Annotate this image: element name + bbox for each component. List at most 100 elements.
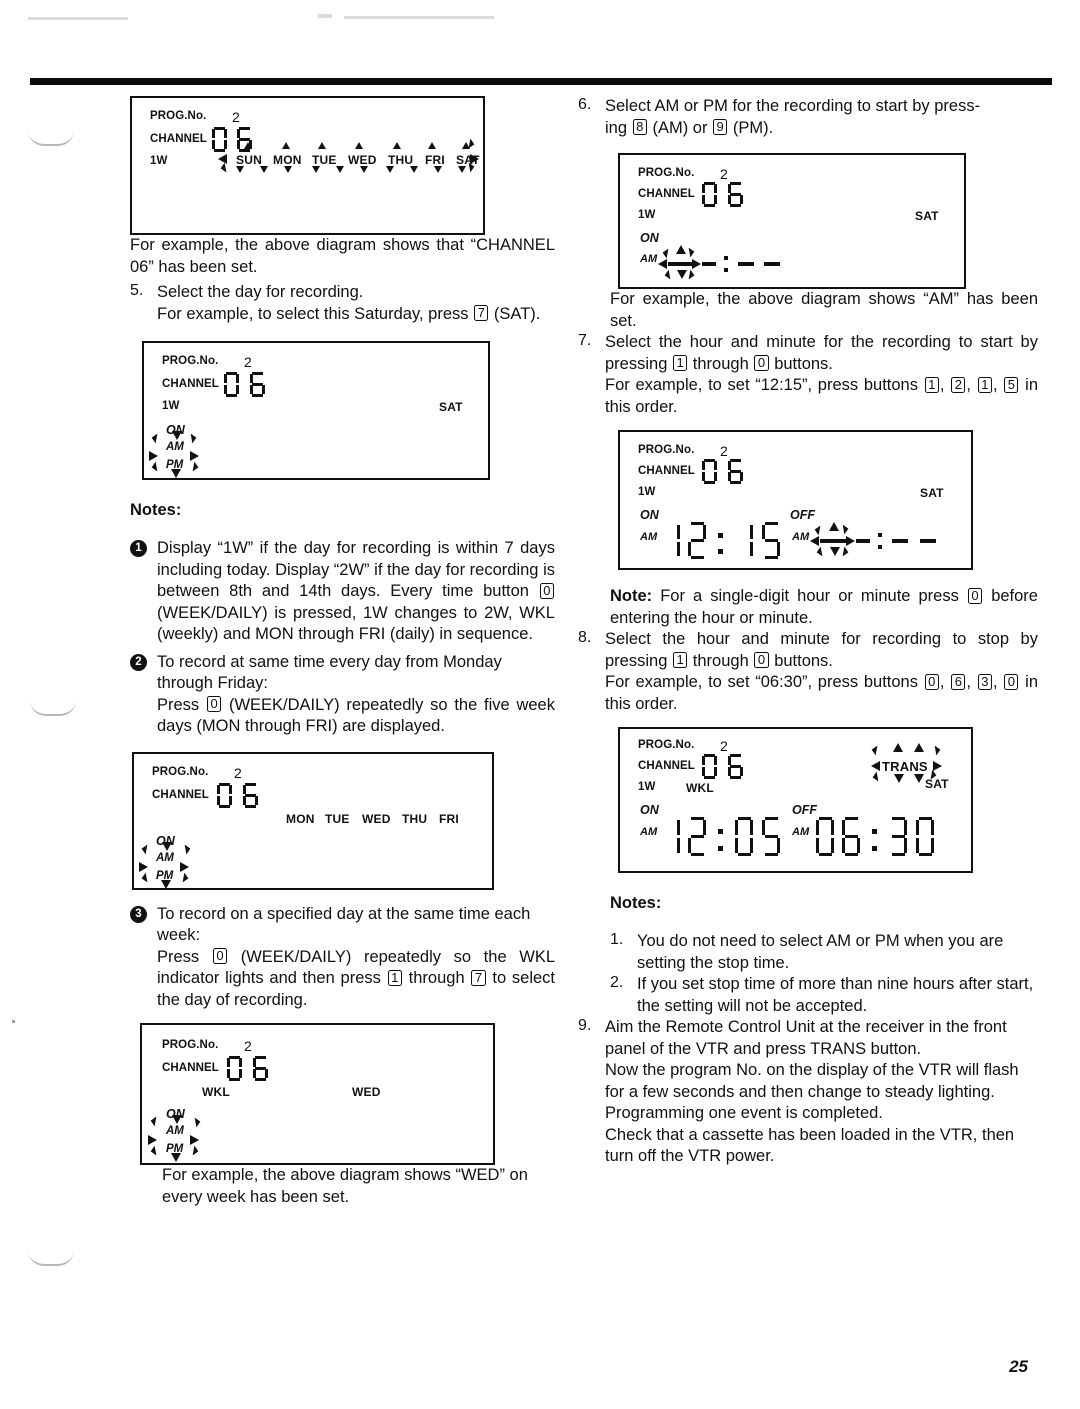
flash-arrow-down-icon: [312, 166, 320, 173]
step-7-line2: For example, to set “12:15”, press butto…: [605, 376, 1038, 416]
blank-digit-dash: [856, 539, 870, 543]
key-5[interactable]: 5: [1004, 376, 1019, 393]
prog-no-value: 2: [720, 443, 728, 459]
step-6: 6. Select AM or PM for the recording to …: [578, 96, 1038, 139]
step-5-line1: Select the day for recording.: [157, 283, 364, 301]
key-1[interactable]: 1: [924, 376, 939, 393]
key-0[interactable]: 0: [754, 355, 769, 371]
closing-paragraph-1: Now the program No. on the display of th…: [605, 1061, 1019, 1101]
am-indicator-label: AM: [640, 531, 658, 543]
key-1[interactable]: 1: [672, 355, 688, 371]
key-1[interactable]: 1: [387, 969, 402, 986]
off-indicator-label: OFF: [792, 803, 817, 817]
blank-digit-dash: [892, 539, 908, 543]
step-5-line2: For example, to select this Saturday, pr…: [157, 304, 555, 326]
flash-arrow-icon: [871, 745, 882, 756]
channel-digits: [702, 459, 744, 484]
channel-digits: [702, 182, 744, 207]
step-9-number: 9.: [578, 1017, 592, 1034]
scan-artifact: [28, 17, 128, 20]
channel-digits: [224, 372, 266, 397]
flash-arrow-left-icon: [871, 761, 880, 771]
step-7-text-mid: through: [692, 354, 749, 373]
flash-arrow-icon: [186, 433, 197, 444]
day-label-mon: MON: [273, 153, 302, 167]
key-7[interactable]: 7: [474, 305, 489, 321]
prog-no-value: 2: [244, 1038, 252, 1054]
note-bullet-2: 2 To record at same time every day from …: [130, 652, 555, 738]
key-1[interactable]: 1: [672, 652, 688, 668]
day-label-wed: WED: [352, 1085, 381, 1099]
note-1-text-a: Display “1W” if the day for recording is…: [157, 539, 555, 600]
channel-digits: [702, 754, 744, 779]
note-1-number: 1.: [610, 931, 624, 948]
flash-arrow-down-icon: [171, 469, 181, 478]
prog-no-value: 2: [232, 109, 240, 125]
key-0[interactable]: 0: [924, 673, 939, 690]
day-label-thu: THU: [388, 153, 414, 167]
key-9[interactable]: 9: [713, 119, 728, 135]
key-3[interactable]: 3: [977, 673, 992, 690]
flash-arrow-icon: [141, 844, 152, 854]
note-3-line2: Press 0 (WEEK/DAILY) repeatedly so the W…: [157, 947, 555, 1012]
time-colon-dot: [878, 545, 882, 549]
prog-no-label: PROG.No.: [638, 739, 695, 751]
step-8-line2: For example, to set “06:30”, press butto…: [605, 673, 1038, 713]
note-bullet-3: 3 To record on a specified day at the sa…: [130, 904, 555, 1012]
time-colon-dot: [878, 533, 882, 537]
prog-no-label: PROG.No.: [162, 355, 219, 367]
bullet-2-icon: 2: [130, 653, 147, 671]
key-1[interactable]: 1: [977, 376, 992, 393]
note-2-number: 2.: [610, 974, 624, 991]
blank-digit-dash: [820, 539, 846, 543]
flash-arrow-down-icon: [172, 1115, 182, 1124]
on-indicator-label: ON: [640, 231, 659, 245]
key-0[interactable]: 0: [1004, 673, 1019, 690]
lcd-display-weekdays: PROG.No. 2 CHANNEL MON TUE WED THU FRI O…: [132, 751, 494, 890]
key-0[interactable]: 0: [539, 582, 554, 599]
day-label-wed: WED: [348, 153, 377, 167]
on-indicator-label: ON: [640, 508, 659, 522]
flash-arrow-icon: [141, 872, 152, 882]
flash-arrow-right-icon: [148, 1135, 157, 1145]
key-0[interactable]: 0: [754, 652, 769, 668]
flash-arrow-down-icon: [410, 166, 418, 173]
key-7[interactable]: 7: [471, 969, 486, 986]
day-label-fri: FRI: [425, 153, 445, 167]
day-label-tue: TUE: [312, 153, 337, 167]
flash-arrow-icon: [180, 844, 191, 854]
flash-arrow-down-icon: [360, 166, 368, 173]
flash-arrow-icon: [150, 1145, 161, 1156]
day-label-sun: SUN: [236, 153, 262, 167]
week-indicator-label: 1W: [638, 781, 656, 793]
note-3-line1: To record on a specified day at the same…: [157, 904, 531, 945]
flash-arrow-down-icon: [162, 841, 172, 851]
key-0[interactable]: 0: [967, 587, 983, 604]
am-indicator-label: AM: [166, 1125, 184, 1137]
key-6[interactable]: 6: [951, 673, 966, 690]
flash-arrow-up-icon: [244, 142, 252, 149]
flash-arrow-left-icon: [810, 536, 819, 546]
on-time-digits: [662, 522, 780, 560]
step-5-number: 5.: [130, 282, 144, 299]
am-indicator-label: AM: [640, 826, 658, 838]
flash-arrow-icon: [151, 461, 162, 472]
key-0[interactable]: 0: [206, 696, 222, 712]
key-0[interactable]: 0: [212, 948, 228, 964]
flash-arrow-icon: [816, 546, 827, 557]
prog-no-value: 2: [720, 166, 728, 182]
wkl-indicator-label: WKL: [686, 781, 714, 795]
off-indicator-label: OFF: [790, 508, 815, 522]
day-label-fri: FRI: [439, 811, 459, 826]
header-rule: [30, 78, 1052, 85]
flash-arrow-right-icon: [846, 536, 855, 546]
paragraph-am-example: For example, the above diagram shows “AM…: [610, 290, 1038, 330]
lcd-display-sat-ampm-flash: PROG.No. 2 CHANNEL 1W SAT ON AM PM: [142, 341, 490, 480]
on-time-digits: [662, 817, 780, 857]
key-2[interactable]: 2: [951, 376, 966, 393]
off-time-digits: [816, 817, 934, 857]
channel-label: CHANNEL: [162, 1062, 219, 1074]
step-8-number: 8.: [578, 629, 592, 646]
key-8[interactable]: 8: [632, 119, 647, 135]
week-indicator-label: 1W: [638, 209, 656, 221]
